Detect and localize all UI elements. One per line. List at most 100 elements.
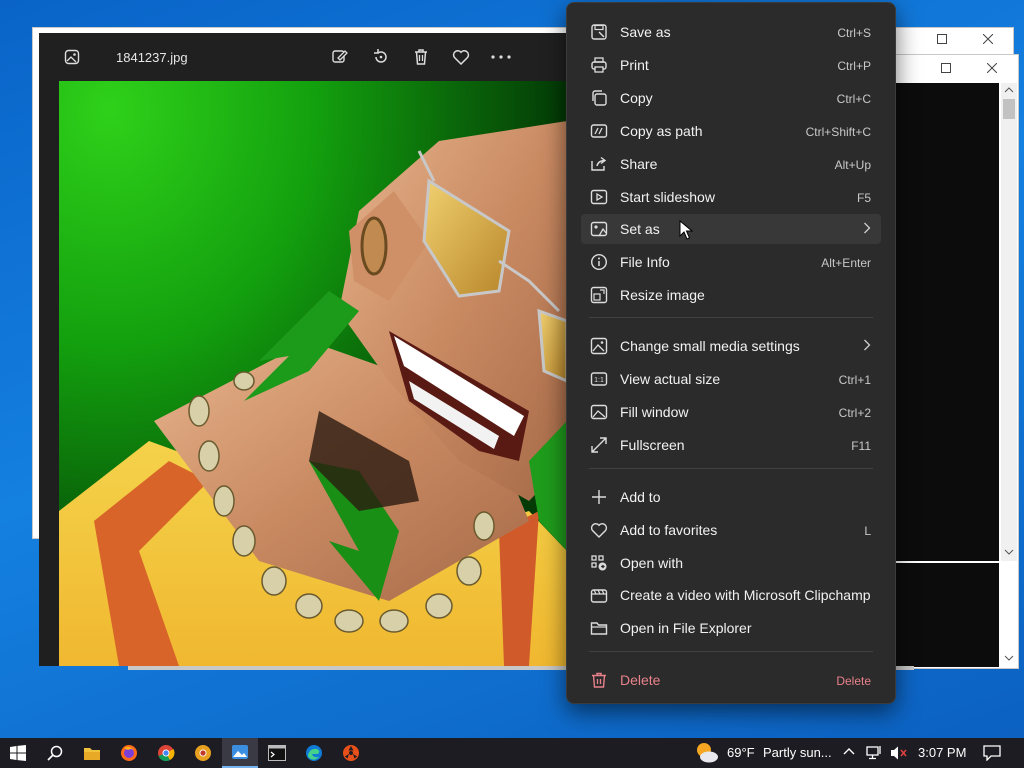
menu-item-shortcut: F5 bbox=[856, 191, 871, 205]
menu-item-shortcut: Alt+Up bbox=[834, 158, 871, 172]
menu-item-label: Open with bbox=[620, 555, 684, 571]
close-button[interactable] bbox=[965, 28, 1011, 50]
scroll-up-arrow[interactable] bbox=[1004, 87, 1014, 93]
menu-item-label: Copy as path bbox=[620, 123, 703, 139]
menu-item-create-a-video-with-microsoft-clipchamp[interactable]: Create a video with Microsoft Clipchamp bbox=[581, 580, 881, 610]
scrollbar[interactable] bbox=[1001, 83, 1017, 561]
chrome-icon[interactable] bbox=[148, 738, 184, 768]
menu-item-fullscreen[interactable]: Fullscreen F11 bbox=[581, 430, 881, 460]
chevron-right-icon bbox=[863, 222, 871, 234]
menu-item-share[interactable]: Share Alt+Up bbox=[581, 149, 881, 179]
menu-item-resize-image[interactable]: Resize image bbox=[581, 280, 881, 310]
menu-item-label: Copy bbox=[620, 90, 653, 106]
menu-item-label: Set as bbox=[620, 221, 660, 237]
save-as-icon bbox=[590, 23, 608, 41]
print-icon bbox=[590, 56, 608, 74]
menu-item-shortcut: Delete bbox=[836, 674, 871, 688]
menu-item-label: Resize image bbox=[620, 287, 705, 303]
chrome-canary-icon[interactable] bbox=[185, 738, 221, 768]
menu-item-shortcut: Ctrl+1 bbox=[838, 373, 871, 387]
menu-item-open-in-file-explorer[interactable]: Open in File Explorer bbox=[581, 613, 881, 643]
slideshow-icon bbox=[590, 188, 608, 206]
context-menu: Save as Ctrl+S Print Ctrl+P Copy Ctrl+C Copy a… bbox=[566, 2, 896, 704]
menu-item-label: Create a video with Microsoft Clipchamp bbox=[620, 587, 871, 603]
search-icon[interactable] bbox=[37, 738, 73, 768]
menu-item-label: Start slideshow bbox=[620, 189, 715, 205]
maximize-button[interactable] bbox=[919, 28, 965, 50]
menu-item-label: Open in File Explorer bbox=[620, 620, 752, 636]
open-with-icon bbox=[590, 554, 608, 572]
menu-separator bbox=[589, 468, 873, 469]
file-explorer-icon[interactable] bbox=[74, 738, 110, 768]
rotate-icon[interactable] bbox=[369, 45, 393, 69]
set-as-icon bbox=[590, 220, 608, 238]
menu-item-add-to[interactable]: Add to bbox=[581, 482, 881, 512]
firefox-icon[interactable] bbox=[111, 738, 147, 768]
plus-icon bbox=[590, 488, 608, 506]
menu-item-label: Delete bbox=[620, 672, 661, 688]
menu-item-shortcut: Ctrl+Shift+C bbox=[805, 125, 871, 139]
scroll-down-arrow-lower[interactable] bbox=[1004, 655, 1014, 661]
weather-description[interactable]: Partly sun... bbox=[763, 745, 832, 760]
menu-separator bbox=[589, 651, 873, 652]
menu-item-label: Change small media settings bbox=[620, 338, 800, 354]
menu-item-shortcut: Ctrl+2 bbox=[838, 406, 871, 420]
photos-titlebar: 1841237.jpg bbox=[39, 33, 567, 81]
trash-icon bbox=[590, 671, 608, 689]
radiation-app-icon[interactable] bbox=[333, 738, 369, 768]
menu-item-label: Fill window bbox=[620, 404, 689, 420]
photos-app-taskbar-icon[interactable] bbox=[222, 738, 258, 768]
start-windows-icon[interactable] bbox=[0, 738, 36, 768]
maximize-button-2[interactable] bbox=[923, 57, 969, 79]
notifications-icon[interactable] bbox=[983, 745, 1001, 761]
taskbar: 69°F Partly sun... 3:07 PM bbox=[0, 738, 1024, 768]
fullscreen-icon bbox=[590, 436, 608, 454]
mouse-cursor bbox=[679, 220, 693, 240]
menu-item-open-with[interactable]: Open with bbox=[581, 548, 881, 578]
chevron-up-icon[interactable] bbox=[843, 747, 855, 755]
edit-image-icon[interactable] bbox=[328, 45, 352, 69]
weather-temperature[interactable]: 69°F bbox=[727, 745, 755, 760]
delete-icon[interactable] bbox=[409, 45, 433, 69]
menu-item-save-as[interactable]: Save as Ctrl+S bbox=[581, 17, 881, 47]
menu-item-copy[interactable]: Copy Ctrl+C bbox=[581, 83, 881, 113]
scroll-down-arrow[interactable] bbox=[1004, 549, 1014, 555]
menu-item-file-info[interactable]: File Info Alt+Enter bbox=[581, 247, 881, 277]
menu-item-label: Print bbox=[620, 57, 649, 73]
menu-item-shortcut: Alt+Enter bbox=[821, 256, 871, 270]
info-icon bbox=[590, 253, 608, 271]
menu-separator bbox=[589, 317, 873, 318]
menu-item-set-as[interactable]: Set as bbox=[581, 214, 881, 244]
background-window-2[interactable] bbox=[892, 54, 1019, 669]
menu-item-start-slideshow[interactable]: Start slideshow F5 bbox=[581, 182, 881, 212]
heart-icon bbox=[590, 521, 608, 539]
more-options-icon[interactable] bbox=[489, 45, 513, 69]
scroll-thumb[interactable] bbox=[1003, 99, 1015, 119]
menu-item-fill-window[interactable]: Fill window Ctrl+2 bbox=[581, 397, 881, 427]
network-icon[interactable] bbox=[866, 745, 884, 761]
menu-item-shortcut: Ctrl+P bbox=[837, 59, 871, 73]
menu-item-copy-as-path[interactable]: Copy as path Ctrl+Shift+C bbox=[581, 116, 881, 146]
command-prompt-icon[interactable] bbox=[259, 738, 295, 768]
copy-icon bbox=[590, 89, 608, 107]
weather-icon[interactable] bbox=[694, 740, 720, 766]
favorite-heart-icon[interactable] bbox=[449, 45, 473, 69]
edge-icon[interactable] bbox=[296, 738, 332, 768]
menu-item-change-small-media-settings[interactable]: Change small media settings bbox=[581, 331, 881, 361]
menu-item-label: View actual size bbox=[620, 371, 721, 387]
menu-item-delete[interactable]: Delete Delete bbox=[581, 665, 881, 695]
resize-icon bbox=[590, 286, 608, 304]
photos-app-window[interactable]: 1841237.jpg bbox=[39, 33, 567, 666]
volume-muted-icon[interactable] bbox=[890, 745, 908, 761]
copy-path-icon bbox=[590, 122, 608, 140]
actual-size-icon: 1:1 bbox=[590, 370, 608, 388]
close-button-2[interactable] bbox=[969, 57, 1015, 79]
menu-item-shortcut: Ctrl+S bbox=[837, 26, 871, 40]
menu-item-print[interactable]: Print Ctrl+P bbox=[581, 50, 881, 80]
menu-item-add-to-favorites[interactable]: Add to favorites L bbox=[581, 515, 881, 545]
menu-item-view-actual-size[interactable]: 1:1 View actual size Ctrl+1 bbox=[581, 364, 881, 394]
share-icon bbox=[590, 155, 608, 173]
image-app-icon bbox=[60, 45, 84, 69]
clock[interactable]: 3:07 PM bbox=[918, 745, 966, 760]
svg-text:1:1: 1:1 bbox=[594, 377, 604, 384]
